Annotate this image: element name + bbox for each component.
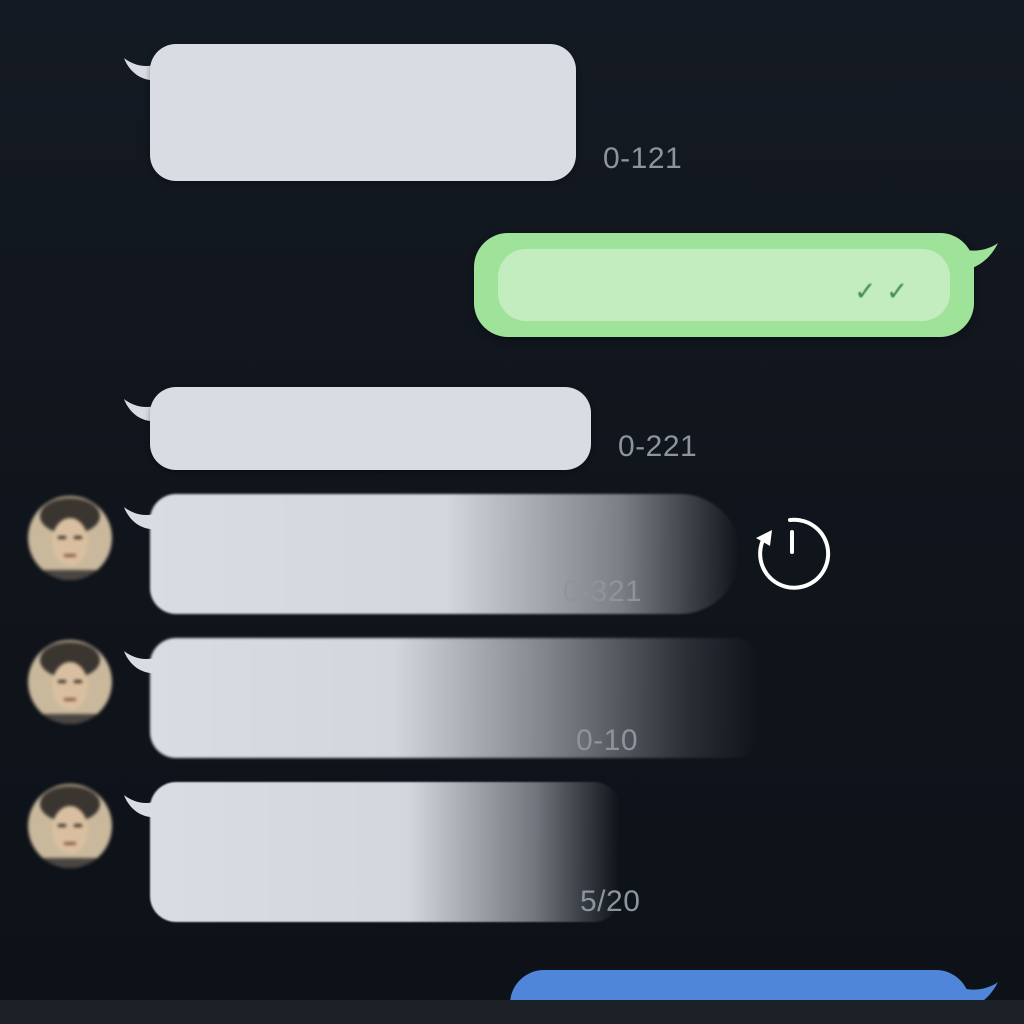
chat-screen: 0-121 ✓✓ 0-221 0-321 0-10 5/20: [0, 0, 1024, 1024]
bottom-bar: [0, 1000, 1024, 1024]
person-avatar-icon: [28, 784, 112, 868]
message-timestamp: 5/20: [580, 885, 641, 918]
bubble-tail: [962, 243, 998, 271]
message-timestamp: 0-221: [618, 430, 698, 463]
avatar[interactable]: [28, 496, 112, 580]
message-bubble[interactable]: [150, 387, 591, 470]
message-bubble[interactable]: [150, 44, 576, 181]
message-bubble-inner: ✓✓: [498, 249, 950, 321]
message-bubble-swiping[interactable]: [150, 494, 740, 614]
message-timestamp: 0-121: [603, 142, 683, 175]
avatar[interactable]: [28, 784, 112, 868]
person-avatar-icon: [28, 496, 112, 580]
avatar[interactable]: [28, 640, 112, 724]
message-timestamp: 0-10: [576, 724, 639, 757]
timer-undo-icon[interactable]: [750, 512, 834, 596]
person-avatar-icon: [28, 640, 112, 724]
message-bubble-outgoing[interactable]: ✓✓: [474, 233, 974, 337]
message-timestamp: 0-321: [563, 575, 643, 608]
double-check-icon: ✓✓: [854, 276, 918, 306]
message-bubble-swiping[interactable]: [150, 638, 760, 758]
message-bubble[interactable]: [150, 782, 620, 922]
